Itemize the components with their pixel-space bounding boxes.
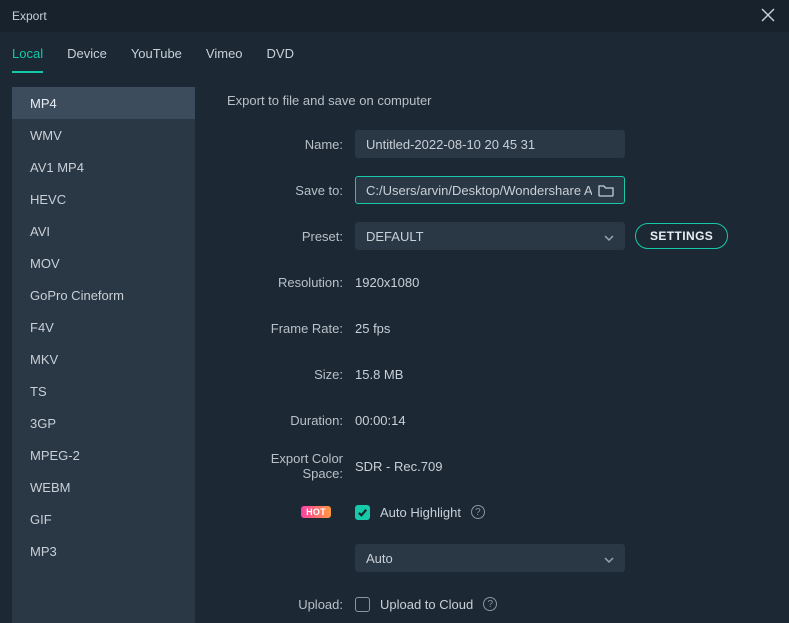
format-hevc[interactable]: HEVC [12,183,195,215]
chevron-down-icon [604,553,614,563]
value-size: 15.8 MB [355,367,767,382]
tab-device[interactable]: Device [67,40,107,73]
name-input[interactable] [355,130,625,158]
format-mkv[interactable]: MKV [12,343,195,375]
label-resolution: Resolution: [227,275,355,290]
export-tabs: Local Device YouTube Vimeo DVD [0,32,789,73]
format-av1mp4[interactable]: AV1 MP4 [12,151,195,183]
hot-badge: HOT [301,506,331,518]
saveto-field[interactable]: C:/Users/arvin/Desktop/Wondershare Arti [355,176,625,204]
format-mov[interactable]: MOV [12,247,195,279]
tab-local[interactable]: Local [12,40,43,73]
preset-value: DEFAULT [366,229,424,244]
upload-cloud-checkbox[interactable] [355,597,370,612]
upload-cloud-label: Upload to Cloud [380,597,473,612]
close-icon[interactable] [761,8,777,24]
value-framerate: 25 fps [355,321,767,336]
preset-select[interactable]: DEFAULT [355,222,625,250]
format-f4v[interactable]: F4V [12,311,195,343]
settings-button[interactable]: SETTINGS [635,223,728,249]
auto-highlight-value: Auto [366,551,393,566]
format-gopro[interactable]: GoPro Cineform [12,279,195,311]
label-saveto: Save to: [227,183,355,198]
chevron-down-icon [604,231,614,241]
format-webm[interactable]: WEBM [12,471,195,503]
format-mp3[interactable]: MP3 [12,535,195,567]
format-wmv[interactable]: WMV [12,119,195,151]
saveto-path: C:/Users/arvin/Desktop/Wondershare Arti [366,183,592,198]
label-colorspace: Export Color Space: [227,451,355,481]
folder-icon[interactable] [598,183,614,197]
label-size: Size: [227,367,355,382]
export-settings-panel: Export to file and save on computer Name… [207,87,777,623]
tab-dvd[interactable]: DVD [267,40,294,73]
label-duration: Duration: [227,413,355,428]
tab-youtube[interactable]: YouTube [131,40,182,73]
format-gif[interactable]: GIF [12,503,195,535]
dialog-body: MP4 WMV AV1 MP4 HEVC AVI MOV GoPro Cinef… [0,73,789,623]
auto-highlight-select[interactable]: Auto [355,544,625,572]
format-3gp[interactable]: 3GP [12,407,195,439]
format-mp4[interactable]: MP4 [12,87,195,119]
format-sidebar: MP4 WMV AV1 MP4 HEVC AVI MOV GoPro Cinef… [12,87,195,623]
value-duration: 00:00:14 [355,413,767,428]
label-framerate: Frame Rate: [227,321,355,336]
label-upload: Upload: [227,597,355,612]
value-colorspace: SDR - Rec.709 [355,459,767,474]
auto-highlight-label: Auto Highlight [380,505,461,520]
format-avi[interactable]: AVI [12,215,195,247]
auto-highlight-checkbox[interactable] [355,505,370,520]
value-resolution: 1920x1080 [355,275,767,290]
label-preset: Preset: [227,229,355,244]
titlebar: Export [0,0,789,32]
lead-text: Export to file and save on computer [227,93,767,108]
help-icon[interactable]: ? [483,597,497,611]
tab-vimeo[interactable]: Vimeo [206,40,243,73]
export-dialog: Export Local Device YouTube Vimeo DVD MP… [0,0,789,623]
format-ts[interactable]: TS [12,375,195,407]
window-title: Export [12,9,47,23]
format-mpeg2[interactable]: MPEG-2 [12,439,195,471]
label-name: Name: [227,137,355,152]
help-icon[interactable]: ? [471,505,485,519]
